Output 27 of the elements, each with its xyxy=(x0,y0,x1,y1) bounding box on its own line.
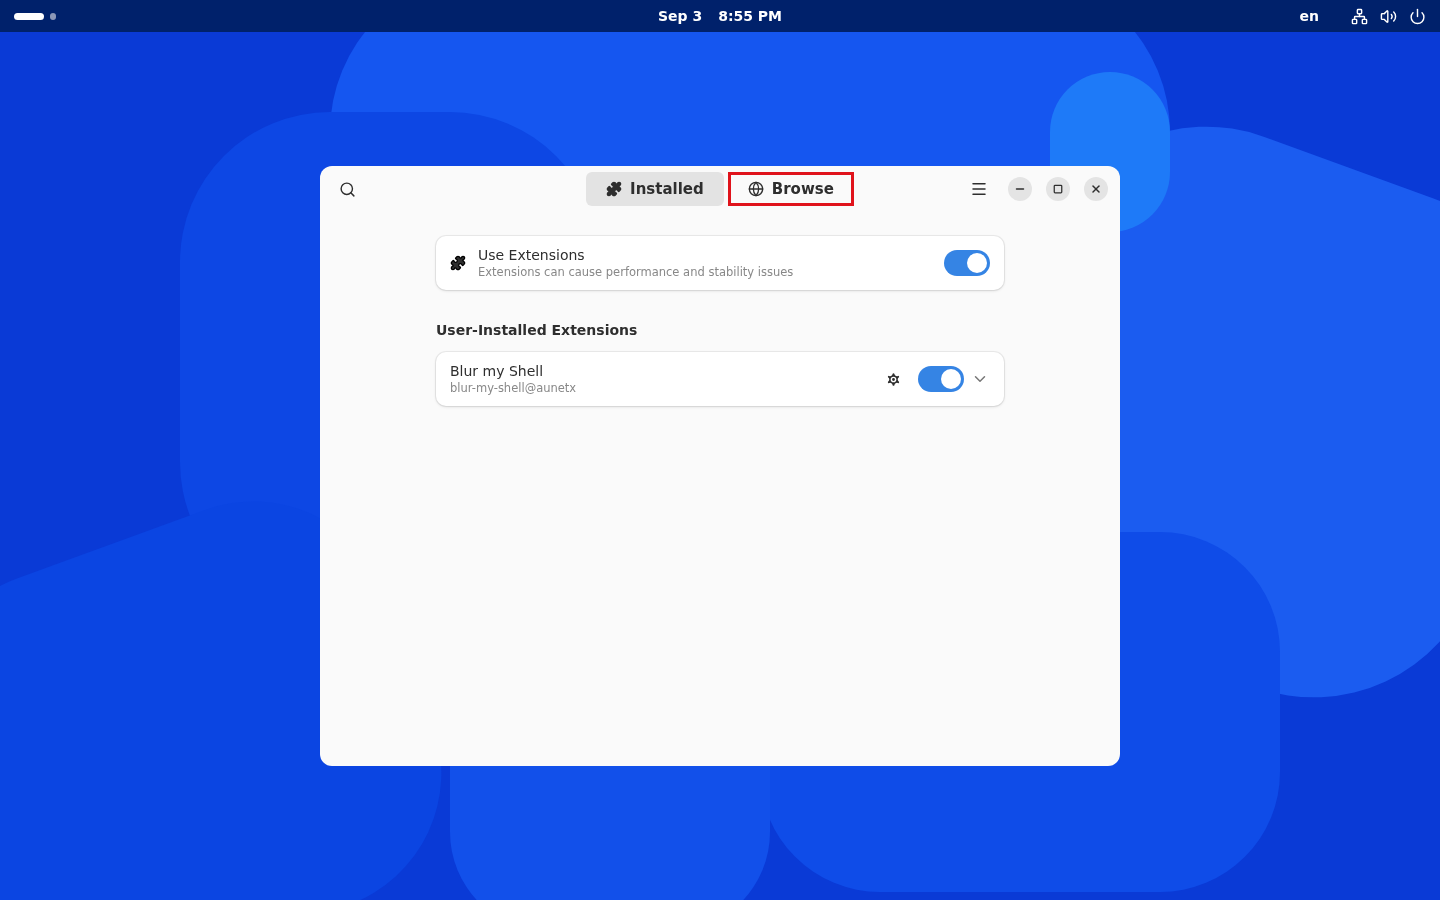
menu-icon xyxy=(970,180,988,198)
power-icon xyxy=(1409,7,1426,25)
close-button[interactable] xyxy=(1084,177,1108,201)
maximize-button[interactable] xyxy=(1046,177,1070,201)
extension-id: blur-my-shell@aunetx xyxy=(450,381,578,395)
extension-name: Blur my Shell xyxy=(450,363,545,379)
toggle-switch[interactable] xyxy=(918,366,964,392)
settings-icon xyxy=(884,370,902,388)
close-icon xyxy=(1090,183,1102,195)
section-heading: User-Installed Extensions xyxy=(436,322,639,338)
view-tab[interactable]: Installed xyxy=(586,172,724,206)
network-icon xyxy=(1351,7,1368,25)
date[interactable]: Sep 3 xyxy=(657,8,703,24)
row-title: Use Extensions xyxy=(478,247,586,263)
row-subtitle: Extensions can cause performance and stability issues xyxy=(478,265,795,279)
toggle-switch[interactable] xyxy=(944,250,990,276)
keyboard-layout[interactable]: en xyxy=(1299,8,1319,24)
globe-icon xyxy=(747,181,764,197)
clock[interactable]: 8:55 PM xyxy=(718,8,783,24)
search-icon xyxy=(338,180,356,198)
maximize-icon xyxy=(1053,184,1063,194)
volume-icon xyxy=(1380,7,1397,25)
minimize-button[interactable] xyxy=(1008,177,1032,201)
view-tab[interactable]: Browse xyxy=(727,172,854,206)
workspace-indicator[interactable] xyxy=(14,12,44,20)
puzzle-icon xyxy=(606,181,623,197)
puzzle-icon xyxy=(450,255,466,271)
